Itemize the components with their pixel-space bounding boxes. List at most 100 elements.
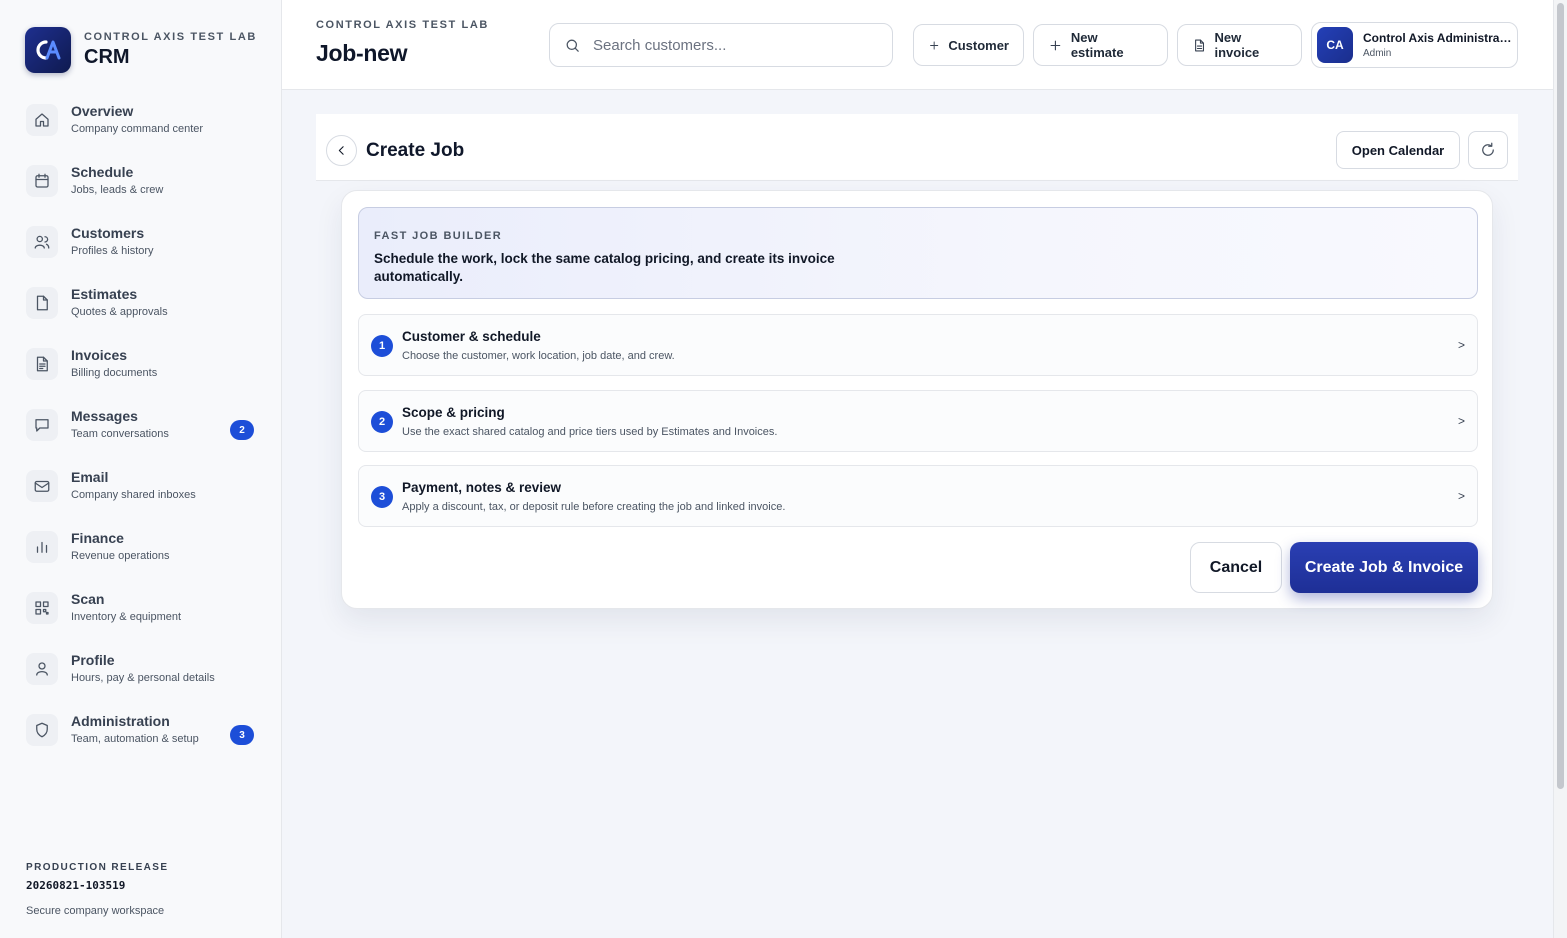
sidebar-item-desc: Jobs, leads & crew bbox=[71, 184, 164, 196]
header-subtitle: CONTROL AXIS TEST LAB bbox=[316, 19, 489, 31]
sidebar-item-customers[interactable]: Customers Profiles & history bbox=[26, 222, 258, 283]
step-title: Scope & pricing bbox=[402, 405, 505, 420]
sidebar-item-profile[interactable]: Profile Hours, pay & personal details bbox=[26, 649, 258, 710]
sidebar-item-invoices[interactable]: Invoices Billing documents bbox=[26, 344, 258, 405]
create-job-invoice-button[interactable]: Create Job & Invoice bbox=[1290, 542, 1478, 593]
mail-icon bbox=[26, 470, 58, 502]
document-icon bbox=[1195, 39, 1205, 51]
sidebar-item-desc: Billing documents bbox=[71, 367, 158, 379]
step-desc: Use the exact shared catalog and price t… bbox=[402, 426, 778, 438]
qr-icon bbox=[26, 592, 58, 624]
user-role: Admin bbox=[1363, 48, 1392, 59]
calendar-icon bbox=[26, 165, 58, 197]
search-box[interactable] bbox=[549, 23, 893, 67]
button-label: Customer bbox=[948, 37, 1009, 53]
sidebar-item-label: Profile bbox=[71, 652, 115, 668]
sidebar-item-label: Email bbox=[71, 469, 109, 485]
add-customer-button[interactable]: Customer bbox=[913, 24, 1024, 66]
invoice-icon bbox=[26, 348, 58, 380]
search-input[interactable] bbox=[593, 36, 883, 54]
sidebar-item-overview[interactable]: Overview Company command center bbox=[26, 100, 258, 161]
sidebar-item-estimates[interactable]: Estimates Quotes & approvals bbox=[26, 283, 258, 344]
intro-text: Schedule the work, lock the same catalog… bbox=[374, 251, 835, 284]
sidebar-item-desc: Profiles & history bbox=[71, 245, 154, 257]
home-icon bbox=[26, 104, 58, 136]
button-label: New estimate bbox=[1070, 30, 1124, 60]
page-title: Job-new bbox=[316, 40, 408, 66]
sidebar-item-messages[interactable]: Messages Team conversations 2 bbox=[26, 405, 258, 466]
sidebar-item-label: Estimates bbox=[71, 286, 138, 302]
chevron-right-icon: > bbox=[1457, 414, 1465, 428]
button-label: New invoice bbox=[1214, 30, 1260, 60]
step-customer-schedule[interactable]: 1 Customer & schedule Choose the custome… bbox=[358, 314, 1478, 376]
sidebar-item-finance[interactable]: Finance Revenue operations bbox=[26, 527, 258, 588]
avatar: CA bbox=[1317, 27, 1353, 63]
brand[interactable]: CONTROL AXIS TEST LAB CRM bbox=[25, 27, 257, 73]
chevron-left-icon bbox=[338, 146, 344, 155]
sidebar-item-label: Customers bbox=[71, 225, 145, 241]
step-title: Payment, notes & review bbox=[402, 480, 562, 495]
brand-title: CRM bbox=[84, 46, 130, 68]
sidebar-item-label: Overview bbox=[71, 103, 134, 119]
step-number: 1 bbox=[371, 335, 393, 357]
back-button[interactable] bbox=[326, 135, 357, 166]
file-icon bbox=[26, 287, 58, 319]
chevron-right-icon: > bbox=[1457, 489, 1465, 503]
intro-label: FAST JOB BUILDER bbox=[374, 230, 503, 242]
sidebar-item-desc: Quotes & approvals bbox=[71, 306, 168, 318]
sidebar-item-email[interactable]: Email Company shared inboxes bbox=[26, 466, 258, 527]
new-invoice-button[interactable]: New invoice bbox=[1177, 24, 1302, 66]
scrollbar-thumb[interactable] bbox=[1557, 3, 1564, 789]
sidebar-item-label: Finance bbox=[71, 530, 124, 546]
plus-icon bbox=[930, 40, 939, 50]
refresh-icon bbox=[1482, 142, 1494, 156]
sidebar-item-schedule[interactable]: Schedule Jobs, leads & crew bbox=[26, 161, 258, 222]
builder-intro: FAST JOB BUILDER Schedule the work, lock… bbox=[358, 207, 1478, 299]
sidebar-item-desc: Company shared inboxes bbox=[71, 489, 196, 501]
logo-icon bbox=[36, 40, 61, 60]
step-number: 3 bbox=[371, 486, 393, 508]
sidebar-item-label: Administration bbox=[71, 713, 170, 729]
sidebar-item-desc: Hours, pay & personal details bbox=[71, 672, 215, 684]
step-number: 2 bbox=[371, 411, 393, 433]
release-note: Secure company workspace bbox=[26, 905, 165, 917]
sidebar-item-desc: Company command center bbox=[71, 123, 204, 135]
release-version: 20260821-103519 bbox=[26, 879, 126, 892]
sidebar-item-administration[interactable]: Administration Team, automation & setup … bbox=[26, 710, 258, 771]
shield-icon bbox=[26, 714, 58, 746]
sidebar-item-desc: Team conversations bbox=[71, 428, 169, 440]
page-header: Create Job Open Calendar bbox=[316, 114, 1518, 181]
new-estimate-button[interactable]: New estimate bbox=[1033, 24, 1168, 66]
brand-logo bbox=[25, 27, 71, 73]
message-icon bbox=[26, 409, 58, 441]
top-header: CONTROL AXIS TEST LAB Job-new Customer N… bbox=[282, 0, 1553, 90]
step-desc: Choose the customer, work location, job … bbox=[402, 350, 675, 362]
unread-badge: 2 bbox=[230, 420, 254, 440]
step-scope-pricing[interactable]: 2 Scope & pricing Use the exact shared c… bbox=[358, 390, 1478, 452]
sidebar-item-label: Schedule bbox=[71, 164, 134, 180]
chevron-right-icon: > bbox=[1457, 338, 1465, 352]
user-name: Control Axis Administrator bbox=[1363, 31, 1513, 45]
sidebar-item-desc: Team, automation & setup bbox=[71, 733, 199, 745]
scrollbar[interactable] bbox=[1553, 0, 1567, 938]
open-calendar-button[interactable]: Open Calendar bbox=[1336, 131, 1460, 169]
sidebar-item-label: Invoices bbox=[71, 347, 128, 363]
create-job-title: Create Job bbox=[366, 140, 465, 161]
refresh-button[interactable] bbox=[1468, 131, 1508, 169]
sidebar-nav: Overview Company command center Schedule… bbox=[26, 100, 258, 771]
step-payment-review[interactable]: 3 Payment, notes & review Apply a discou… bbox=[358, 465, 1478, 527]
plus-icon bbox=[1050, 40, 1061, 50]
user-icon bbox=[26, 653, 58, 685]
user-menu[interactable]: CA Control Axis Administrator Admin bbox=[1311, 22, 1518, 68]
sidebar-item-desc: Inventory & equipment bbox=[71, 611, 182, 623]
step-desc: Apply a discount, tax, or deposit rule b… bbox=[402, 501, 786, 513]
notification-badge: 3 bbox=[230, 725, 254, 745]
sidebar-item-desc: Revenue operations bbox=[71, 550, 170, 562]
bar-chart-icon bbox=[26, 531, 58, 563]
release-info: PRODUCTION RELEASE 20260821-103519 Secur… bbox=[26, 862, 168, 917]
step-title: Customer & schedule bbox=[402, 329, 541, 344]
sidebar-item-scan[interactable]: Scan Inventory & equipment bbox=[26, 588, 258, 649]
sidebar: CONTROL AXIS TEST LAB CRM Overview Compa… bbox=[0, 0, 282, 938]
cancel-button[interactable]: Cancel bbox=[1190, 542, 1282, 593]
sidebar-item-label: Scan bbox=[71, 591, 105, 607]
